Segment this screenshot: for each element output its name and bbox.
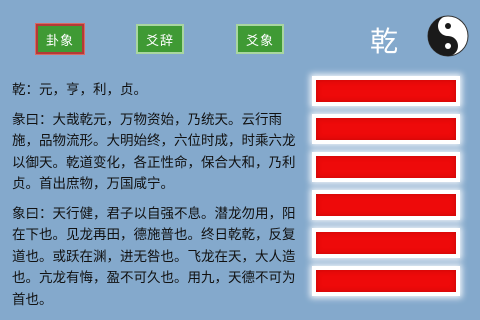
hexagram-line-4-yang (312, 152, 460, 182)
judgment-text: 乾：元，亨，利，贞。 (12, 82, 147, 98)
tab-yao-ci[interactable]: 爻辞 (136, 24, 184, 54)
hexagram-line-1-yang (312, 266, 460, 296)
hexagram-name: 乾 (370, 25, 399, 58)
hexagram-line-6-yang (312, 76, 460, 106)
hexagram-line-2-yang (312, 228, 460, 258)
hexagram-text: 乾：元，亨，利，贞。 彖曰：大哉乾元，万物资始，乃统天。云行雨施，品物流形。大明… (12, 80, 304, 319)
yin-yang-icon[interactable] (426, 14, 470, 58)
tab-gua-xiang[interactable]: 卦象 (36, 24, 84, 54)
xiang-commentary: 象曰：天行健，君子以自强不息。潜龙勿用，阳在下也。见龙再田，德施普也。终日乾乾，… (12, 205, 296, 308)
hexagram-line-3-yang (312, 190, 460, 220)
hexagram-line-5-yang (312, 114, 460, 144)
hexagram-lines (312, 76, 468, 304)
tuan-commentary: 彖曰：大哉乾元，万物资始，乃统天。云行雨施，品物流形。大明始终，六位时成，时乘六… (12, 111, 296, 193)
tab-yao-xiang[interactable]: 爻象 (236, 24, 284, 54)
